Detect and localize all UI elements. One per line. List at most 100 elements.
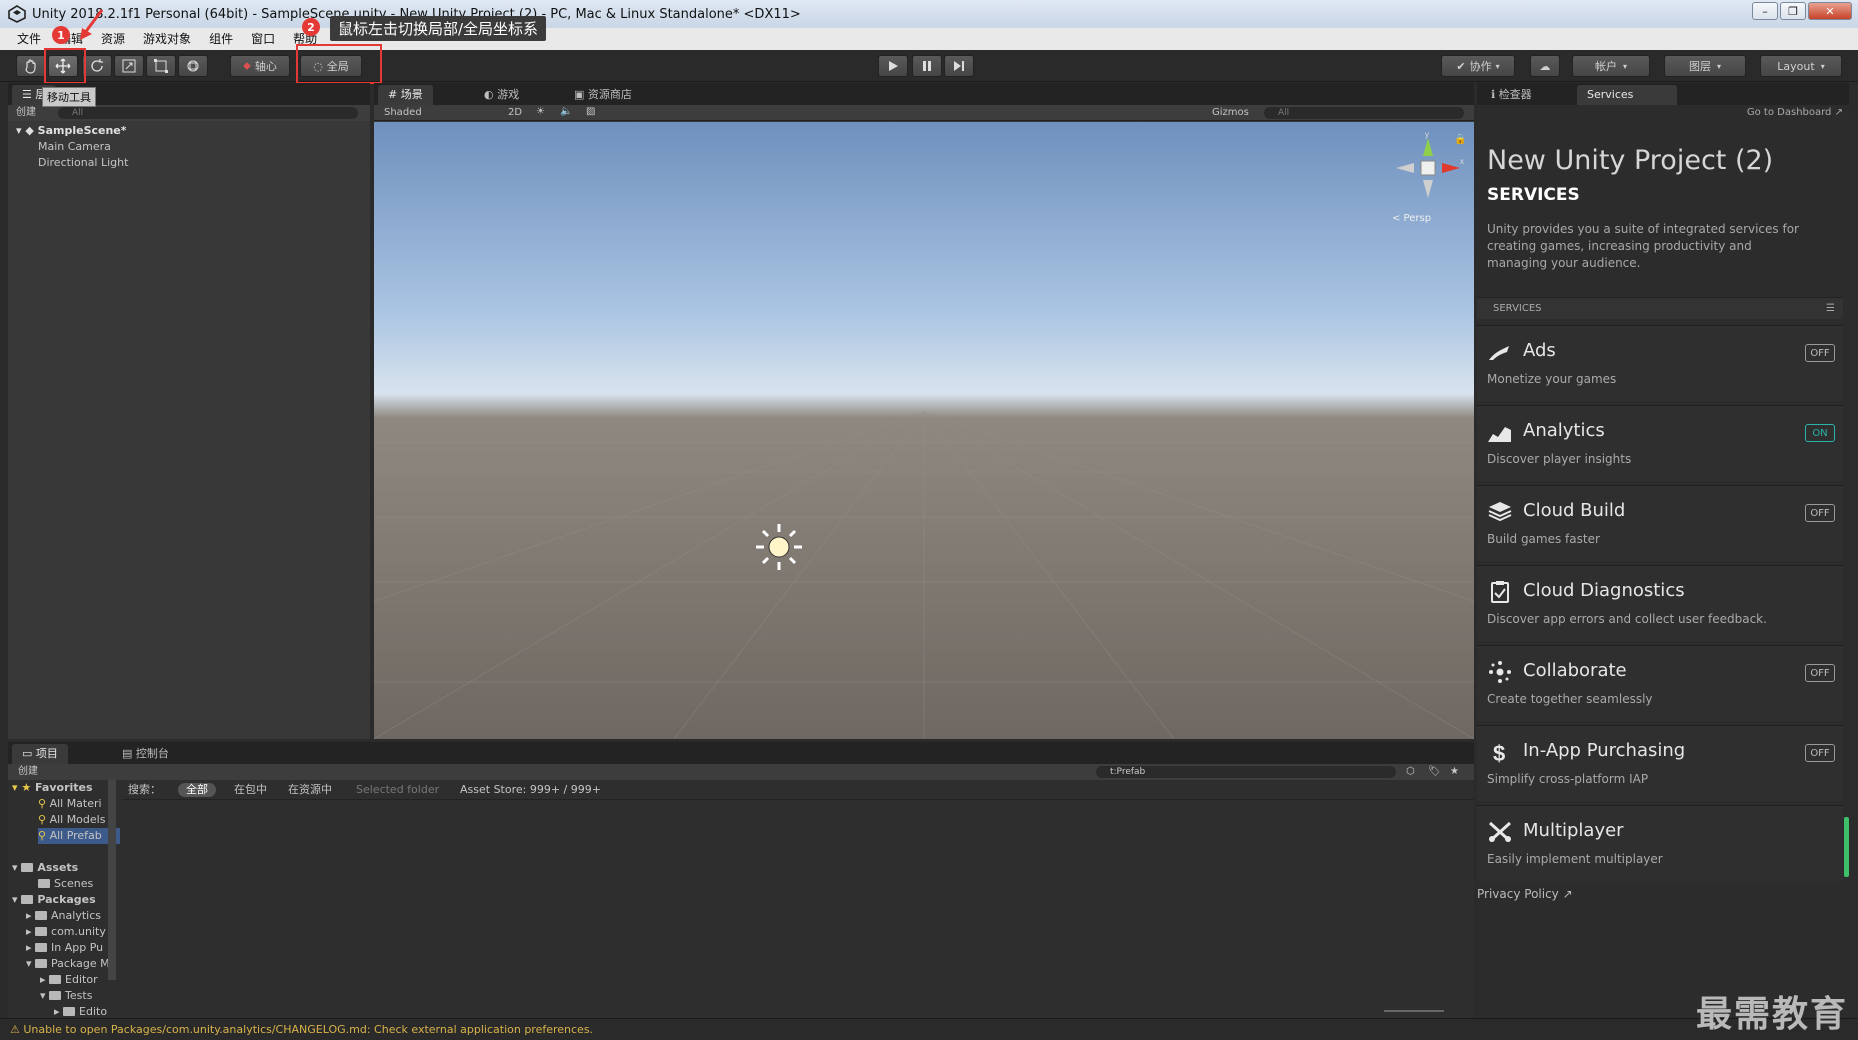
cloud-button[interactable]: ☁	[1530, 55, 1560, 77]
pivot-toggle-button[interactable]: ⬥ 轴心	[230, 55, 290, 77]
scene-search-input[interactable]: All	[1264, 107, 1464, 119]
privacy-policy-link[interactable]: Privacy Policy ↗	[1477, 887, 1573, 901]
transform-tool-button[interactable]	[178, 55, 208, 77]
shading-mode-dropdown[interactable]: Shaded	[384, 107, 422, 118]
service-row-ads[interactable]: Ads Monetize your games OFF	[1477, 325, 1843, 401]
filter-selected-folder[interactable]: Selected folder	[356, 780, 439, 800]
favorites-row[interactable]: ▾ ★ Favorites	[12, 780, 93, 796]
tab-asset-store[interactable]: ▣ 资源商店	[564, 85, 642, 105]
restore-button[interactable]: ❐	[1780, 2, 1806, 20]
lock-icon[interactable]: 🔒	[1454, 134, 1466, 145]
folder-item[interactable]: ▾ Package M	[26, 956, 110, 972]
folder-item[interactable]: ▸ Analytics	[26, 908, 101, 924]
iap-toggle[interactable]: OFF	[1805, 744, 1835, 762]
tab-scene[interactable]: # 场景	[378, 85, 433, 105]
favorite-star-icon[interactable]: ★	[1450, 764, 1459, 780]
filter-in-packages[interactable]: 在包中	[234, 780, 267, 800]
create-dropdown[interactable]: 创建	[16, 107, 36, 118]
assets-row[interactable]: ▾ Assets	[12, 860, 78, 876]
persp-label[interactable]: < Persp	[1392, 213, 1431, 224]
service-row-in-app-purchasing[interactable]: $ In-App Purchasing Simplify cross-platf…	[1477, 725, 1843, 801]
rect-tool-button[interactable]	[146, 55, 176, 77]
folder-item[interactable]: Scenes	[38, 876, 93, 892]
folder-icon	[21, 863, 34, 872]
search-icon: ⚲	[38, 829, 50, 842]
account-dropdown[interactable]: 帐户 ▾	[1572, 55, 1650, 77]
tab-game[interactable]: ◐ 游戏	[474, 85, 529, 105]
hierarchy-item[interactable]: Directional Light	[8, 155, 370, 171]
service-row-analytics[interactable]: Analytics Discover player insights ON	[1477, 405, 1843, 481]
step-button[interactable]	[944, 55, 974, 77]
service-row-cloud-diagnostics[interactable]: Cloud Diagnostics Discover app errors an…	[1477, 565, 1843, 641]
services-scrollbar[interactable]	[1844, 817, 1849, 877]
folder-item[interactable]: ▸ In App Pu	[26, 940, 103, 956]
effects-toggle-icon[interactable]: ▨	[586, 106, 595, 117]
filter-by-type-icon[interactable]: ⬡	[1406, 764, 1415, 780]
filter-all-chip[interactable]: 全部	[178, 783, 216, 797]
menu-component[interactable]: 组件	[200, 28, 242, 50]
go-to-dashboard-link[interactable]: Go to Dashboard ↗	[1747, 107, 1843, 118]
hand-tool-button[interactable]	[16, 55, 46, 77]
scene-viewport[interactable]: y x < Persp 🔒	[374, 122, 1474, 739]
toggle-2d-button[interactable]: 2D	[508, 107, 522, 118]
packages-row[interactable]: ▾ Packages	[12, 892, 96, 908]
close-button[interactable]: ✕	[1808, 2, 1852, 20]
folder-icon	[35, 959, 48, 968]
tree-scrollbar[interactable]	[108, 780, 116, 980]
layers-dropdown[interactable]: 图层 ▾	[1664, 55, 1746, 77]
cloud-build-toggle[interactable]: OFF	[1805, 504, 1835, 522]
inspector-tabbar: ℹ 检查器 Services	[1477, 83, 1849, 105]
project-search-input[interactable]: t:Prefab	[1096, 766, 1396, 778]
service-row-collaborate[interactable]: Collaborate Create together seamlessly O…	[1477, 645, 1843, 721]
favorite-item[interactable]: ⚲ All Models	[38, 812, 105, 828]
hierarchy-item[interactable]: Main Camera	[8, 139, 370, 155]
status-bar[interactable]: ⚠ Unable to open Packages/com.unity.anal…	[0, 1018, 1858, 1040]
menu-gameobject[interactable]: 游戏对象	[134, 28, 200, 50]
console-icon: ▤	[122, 747, 136, 760]
tab-project[interactable]: ▭ 项目	[12, 744, 68, 764]
scene-root-row[interactable]: ▾ ◆ SampleScene*	[8, 123, 370, 139]
project-panel: ▭ 项目 ▤ 控制台 创建 t:Prefab ⬡ 🏷 ★ ▾ ★ Favorit…	[8, 742, 1474, 1018]
gizmos-dropdown[interactable]: Gizmos	[1212, 107, 1249, 118]
analytics-toggle[interactable]: ON	[1805, 424, 1835, 442]
collab-dropdown[interactable]: ✔ 协作 ▾	[1441, 55, 1515, 77]
audio-toggle-icon[interactable]: 🔈	[560, 106, 572, 117]
hierarchy-search-input[interactable]: All	[58, 107, 358, 119]
service-row-cloud-build[interactable]: Cloud Build Build games faster OFF	[1477, 485, 1843, 561]
pause-button[interactable]	[912, 55, 942, 77]
scale-tool-button[interactable]	[114, 55, 144, 77]
minimize-button[interactable]: –	[1752, 2, 1778, 20]
layout-dropdown[interactable]: Layout ▾	[1760, 55, 1842, 77]
play-button[interactable]	[878, 55, 908, 77]
folder-item[interactable]: ▸ com.unity	[26, 924, 106, 940]
menu-window[interactable]: 窗口	[242, 28, 284, 50]
menu-assets[interactable]: 资源	[92, 28, 134, 50]
menu-file[interactable]: 文件	[8, 28, 50, 50]
chevron-down-icon: ▾	[1716, 61, 1721, 71]
pause-icon	[923, 61, 931, 71]
hamburger-menu-icon[interactable]: ☰	[1826, 298, 1835, 320]
scene-tabbar: # 场景 ◐ 游戏 ▣ 资源商店	[374, 83, 1474, 105]
icon-size-slider[interactable]	[1384, 1010, 1444, 1012]
folder-item[interactable]: ▾ Tests	[40, 988, 92, 1004]
folder-item[interactable]: ▸ Edito	[54, 1004, 107, 1018]
filter-by-label-icon[interactable]: 🏷	[1428, 764, 1441, 780]
info-icon: ℹ	[1491, 88, 1499, 101]
filter-asset-store[interactable]: Asset Store: 999+ / 999+	[460, 780, 601, 800]
directional-light-icon[interactable]	[754, 522, 804, 572]
project-tabbar: ▭ 项目 ▤ 控制台	[8, 742, 1474, 764]
tab-inspector[interactable]: ℹ 检查器	[1481, 85, 1542, 105]
create-dropdown[interactable]: 创建	[18, 764, 38, 780]
folder-item[interactable]: ▸ Editor	[40, 972, 98, 988]
favorite-item[interactable]: ⚲ All Materi	[38, 796, 102, 812]
tab-services[interactable]: Services	[1577, 85, 1677, 105]
step-badge-1: 1	[52, 26, 70, 44]
collaborate-toggle[interactable]: OFF	[1805, 664, 1835, 682]
rotate-tool-button[interactable]	[82, 55, 112, 77]
tab-console[interactable]: ▤ 控制台	[112, 744, 179, 764]
collapse-arrow-icon: ▸	[26, 909, 36, 922]
filter-in-assets[interactable]: 在资源中	[288, 780, 332, 800]
lighting-toggle-icon[interactable]: ☀	[536, 106, 545, 117]
ads-toggle[interactable]: OFF	[1805, 344, 1835, 362]
service-row-multiplayer[interactable]: Multiplayer Easily implement multiplayer	[1477, 805, 1843, 881]
